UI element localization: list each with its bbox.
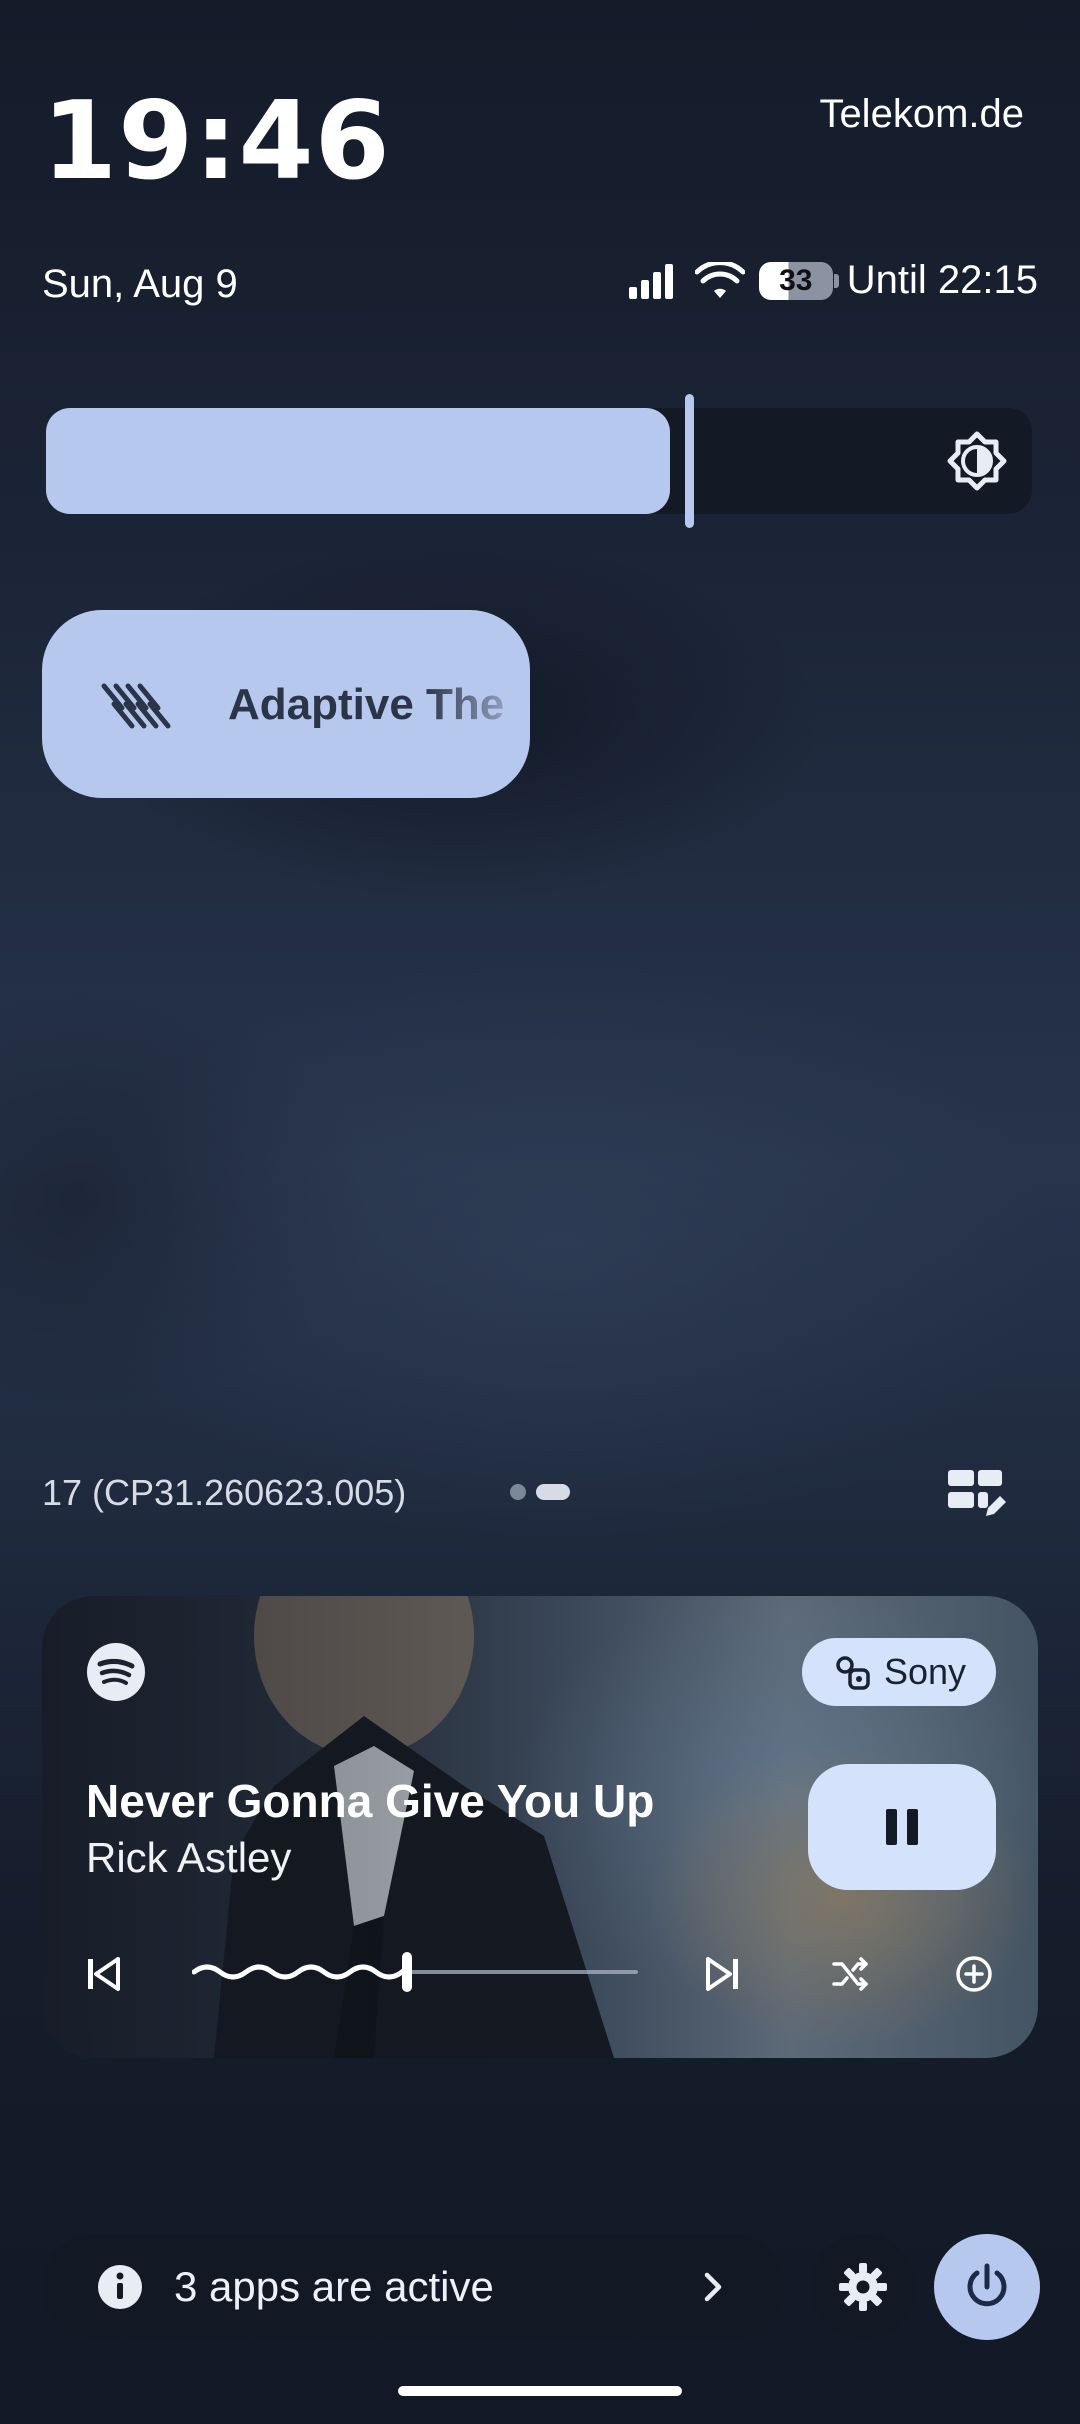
speaker-group-icon	[836, 1656, 870, 1690]
date[interactable]: Sun, Aug 9	[42, 262, 238, 307]
output-device-chip[interactable]: Sony	[802, 1638, 996, 1706]
battery-estimate: Until 22:15	[846, 258, 1038, 302]
seek-bar[interactable]	[192, 1948, 638, 1996]
song-artist: Rick Astley	[86, 1834, 292, 1881]
status-icons: 33 Until 22:15	[628, 258, 1038, 303]
power-button[interactable]	[934, 2234, 1040, 2340]
battery-level: 33	[779, 263, 813, 297]
tile-label: Adaptive The	[228, 680, 505, 729]
output-device-name: Sony	[883, 1651, 967, 1692]
wifi-icon	[694, 261, 745, 298]
active-apps-button[interactable]: 3 apps are active	[42, 2234, 784, 2340]
cellular-signal-icon	[628, 263, 673, 299]
clock[interactable]: 19:46	[42, 88, 391, 196]
active-apps-label: 3 apps are active	[174, 2263, 494, 2310]
chevron-right-icon	[704, 2272, 722, 2302]
brightness-slider-handle[interactable]	[685, 394, 694, 528]
next-icon	[706, 1957, 738, 1991]
battery-icon: 33	[758, 261, 839, 300]
add-to-library-button[interactable]	[944, 1944, 1004, 2004]
shuffle-icon	[832, 1957, 868, 1991]
brightness-icon	[944, 428, 1010, 494]
song-title: Never Gonna Give You Up	[86, 1775, 655, 1827]
seek-bar-played	[192, 1964, 412, 1980]
edit-tiles-icon[interactable]	[946, 1468, 1006, 1520]
settings-button[interactable]	[810, 2234, 916, 2340]
brightness-slider-fill[interactable]	[46, 408, 670, 514]
previous-button[interactable]	[74, 1944, 134, 2004]
pause-icon	[886, 1809, 918, 1845]
spotify-icon[interactable]	[86, 1642, 146, 1702]
seek-bar-thumb	[402, 1952, 412, 1992]
gear-icon	[839, 2263, 887, 2311]
power-icon	[967, 2263, 1007, 2307]
next-button[interactable]	[692, 1944, 752, 2004]
shuffle-button[interactable]	[820, 1944, 880, 2004]
build-number[interactable]: 17 (CP31.260623.005)	[42, 1472, 406, 1514]
adaptive-theme-icon	[100, 682, 172, 730]
previous-icon	[88, 1957, 120, 1991]
page-indicator-dot	[510, 1484, 526, 1500]
carrier-name: Telekom.de	[819, 92, 1024, 136]
pause-button[interactable]	[808, 1764, 996, 1890]
home-gesture-bar[interactable]	[398, 2386, 682, 2396]
page-indicator-dot-active	[536, 1484, 570, 1500]
info-icon	[98, 2265, 142, 2309]
add-icon	[956, 1956, 992, 1992]
